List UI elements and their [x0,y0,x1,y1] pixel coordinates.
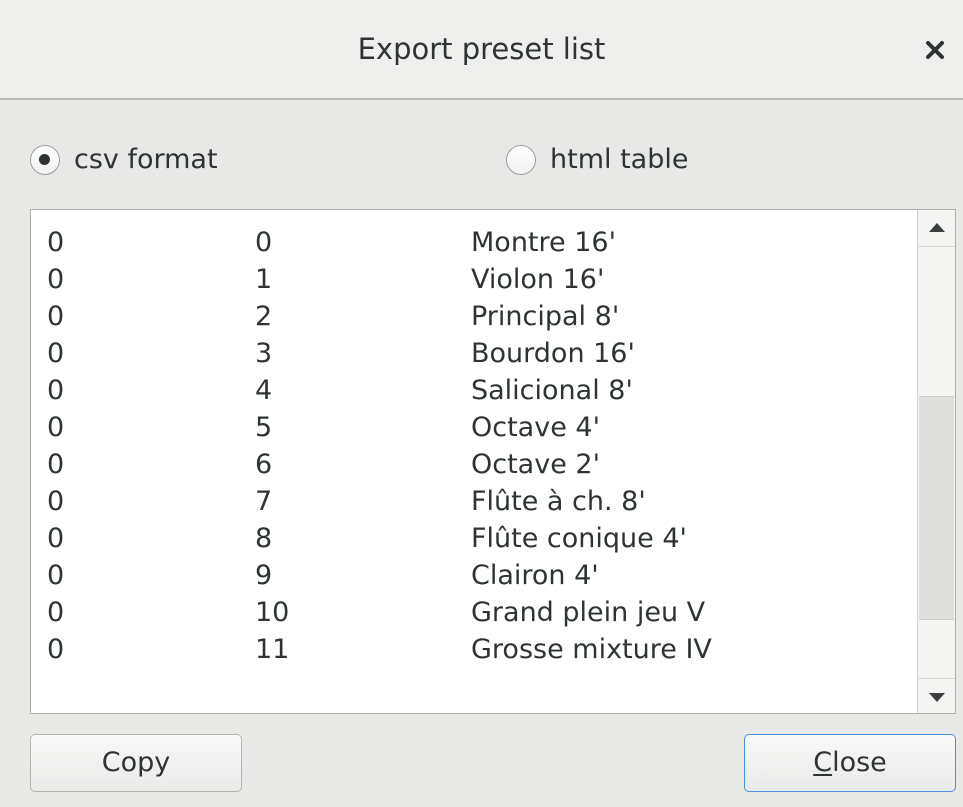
preset-name-cell: Grosse mixture IV [471,634,712,665]
bank-cell: 0 [47,597,65,628]
close-label-rest: lose [832,747,887,778]
vertical-scrollbar[interactable] [917,210,955,713]
list-item[interactable]: 0 10 Grand plein jeu V [31,594,917,631]
radio-unchecked-icon [506,144,536,175]
bank-cell: 0 [47,634,65,665]
program-cell: 9 [255,560,273,591]
bank-cell: 0 [47,560,65,591]
csv-format-label: csv format [74,144,218,175]
csv-format-radio[interactable]: csv format [30,144,218,175]
preset-name-cell: Octave 2' [471,449,601,480]
bank-cell: 0 [47,412,65,443]
preset-name-cell: Octave 4' [471,412,601,443]
preset-name-cell: Flûte à ch. 8' [471,486,646,517]
list-item[interactable]: 0 11 Grosse mixture IV [31,631,917,668]
program-cell: 8 [255,523,273,554]
close-icon[interactable] [921,36,949,64]
program-cell: 3 [255,338,273,369]
close-mnemonic: C [813,747,833,778]
scroll-down-button[interactable] [918,678,955,713]
preset-name-cell: Flûte conique 4' [471,523,687,554]
html-table-radio[interactable]: html table [506,144,688,175]
preset-name-cell: Bourdon 16' [471,338,635,369]
dialog-title: Export preset list [357,32,606,66]
radio-checked-icon [30,144,60,175]
preset-name-cell: Clairon 4' [471,560,599,591]
bank-cell: 0 [47,227,65,258]
preset-name-cell: Principal 8' [471,301,620,332]
program-cell: 2 [255,301,273,332]
program-cell: 5 [255,412,273,443]
program-cell: 0 [255,227,273,258]
preset-list-view[interactable]: 0 0 Montre 16' 0 1 Violon 16' 0 2 Principal 8' 0 3… [30,209,956,714]
format-radio-group: csv format html table [0,138,963,186]
list-item[interactable]: 0 0 Montre 16' [31,224,917,261]
scrollbar-thumb[interactable] [919,396,954,620]
bank-cell: 0 [47,523,65,554]
list-item[interactable]: 0 1 Violon 16' [31,261,917,298]
program-cell: 4 [255,375,273,406]
list-item[interactable]: 0 3 Bourdon 16' [31,335,917,372]
preset-name-cell: Montre 16' [471,227,616,258]
bank-cell: 0 [47,264,65,295]
close-button[interactable]: Close [744,734,956,792]
program-cell: 1 [255,264,273,295]
copy-button[interactable]: Copy [30,734,242,792]
list-item[interactable]: 0 9 Clairon 4' [31,557,917,594]
bank-cell: 0 [47,449,65,480]
list-item[interactable]: 0 5 Octave 4' [31,409,917,446]
preset-list: 0 0 Montre 16' 0 1 Violon 16' 0 2 Principal 8' 0 3… [31,210,917,713]
program-cell: 10 [255,597,290,628]
html-table-label: html table [550,144,689,175]
bank-cell: 0 [47,301,65,332]
list-item[interactable]: 0 4 Salicional 8' [31,372,917,409]
scroll-down-arrow-icon [929,693,945,702]
scroll-up-button[interactable] [918,210,955,247]
program-cell: 7 [255,486,273,517]
bank-cell: 0 [47,375,65,406]
bank-cell: 0 [47,486,65,517]
list-item[interactable]: 0 8 Flûte conique 4' [31,520,917,557]
export-preset-dialog: Export preset list csv format html table… [0,0,963,807]
preset-name-cell: Violon 16' [471,264,605,295]
preset-name-cell: Salicional 8' [471,375,633,406]
preset-name-cell: Grand plein jeu V [471,597,706,628]
list-item[interactable]: 0 6 Octave 2' [31,446,917,483]
program-cell: 6 [255,449,273,480]
list-item[interactable]: 0 2 Principal 8' [31,298,917,335]
title-bar: Export preset list [0,0,963,100]
list-item[interactable]: 0 7 Flûte à ch. 8' [31,483,917,520]
scroll-up-arrow-icon [929,223,945,232]
bank-cell: 0 [47,338,65,369]
program-cell: 11 [255,634,290,665]
